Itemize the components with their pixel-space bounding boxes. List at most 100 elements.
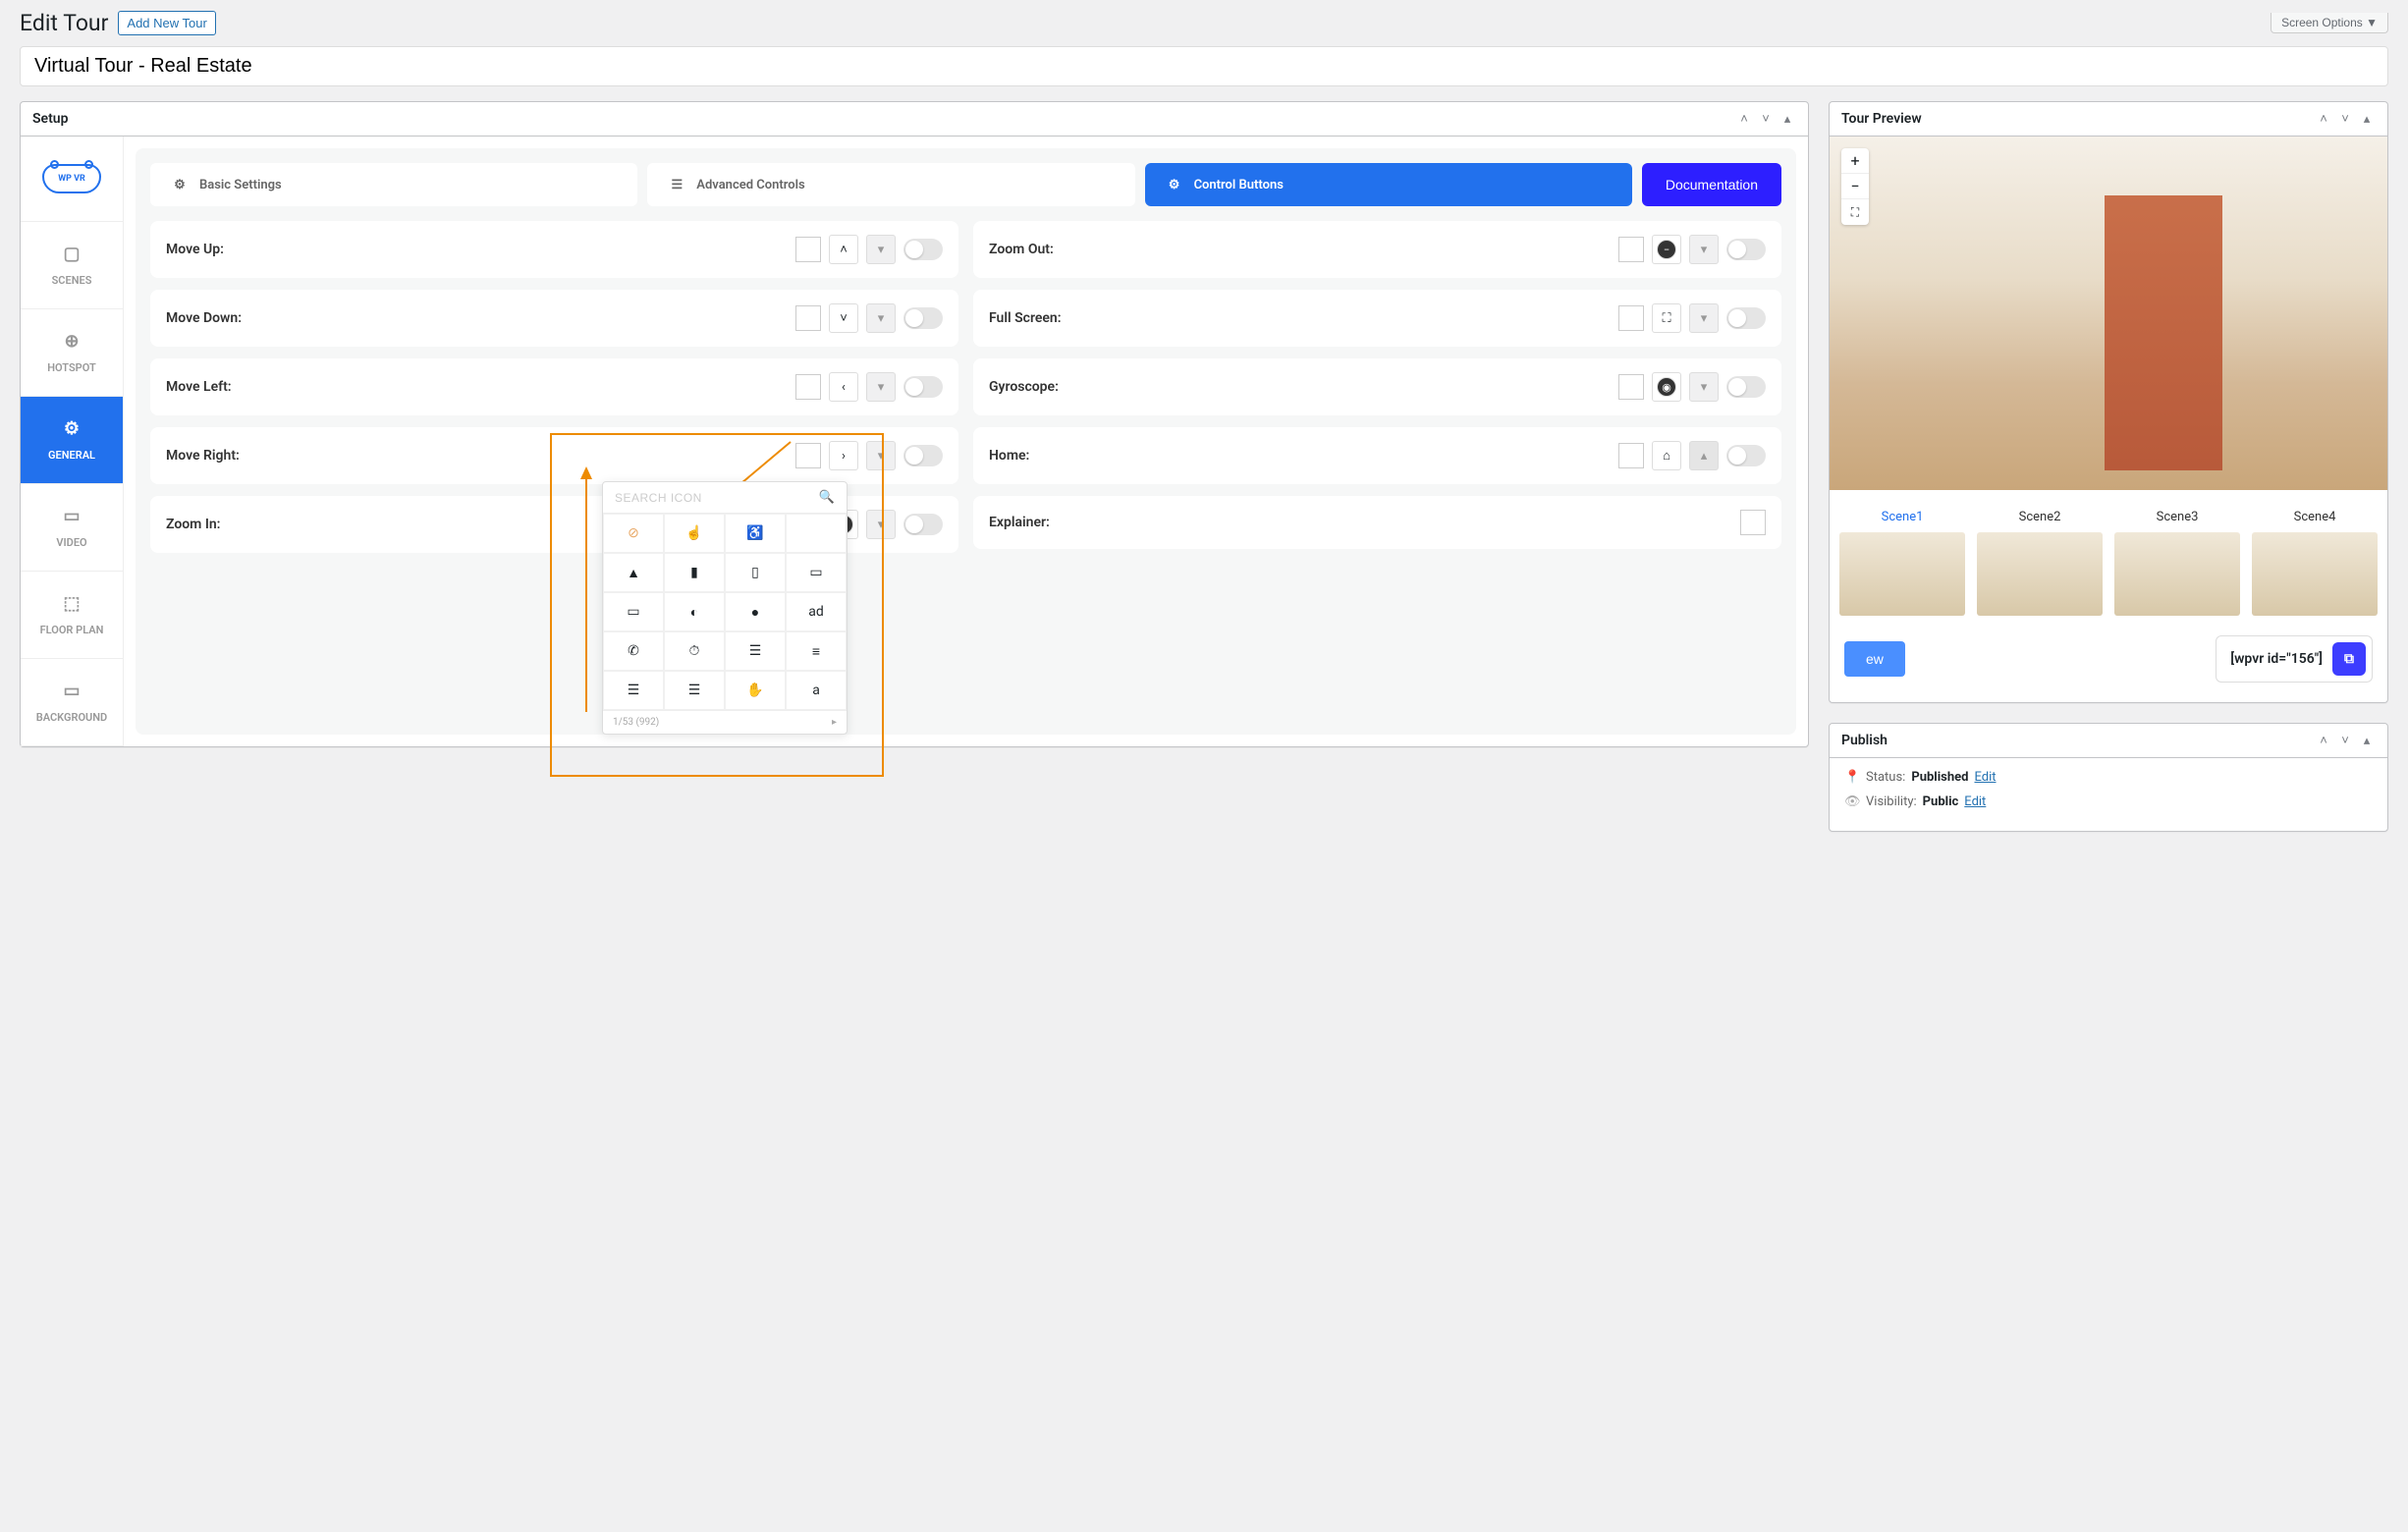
color-picker-move-right[interactable] [795,443,821,468]
icon-option-adjust[interactable]: ◐ [664,592,725,631]
scene-thumb-3[interactable]: Scene3 [2114,510,2240,616]
color-picker-move-up[interactable] [795,237,821,262]
panel-down-icon[interactable]: ˅ [1757,110,1775,128]
toggle-move-up[interactable] [903,239,943,260]
screen-options-button[interactable]: Screen Options ▼ [2271,13,2388,33]
icon-option-fingerprint[interactable]: ☝ [664,514,725,553]
gyroscope-icon[interactable]: ◉ [1652,372,1681,402]
up-arrow-icon[interactable]: ˄ [829,235,858,264]
icon-option-empty[interactable] [786,514,847,553]
icon-option-address-card[interactable]: ▯ [725,553,786,592]
icon-option-address-book[interactable]: ▮ [664,553,725,592]
toggle-move-left[interactable] [903,376,943,398]
down-arrow-icon[interactable]: ˅ [829,303,858,333]
icon-option-ad[interactable]: ad [786,592,847,631]
toggle-zoom-in[interactable] [903,514,943,535]
panel-up-icon[interactable]: ˄ [2315,732,2332,749]
scene-thumb-image [1839,532,1965,616]
label-home: Home: [989,448,1029,464]
zoom-out-button[interactable]: − [1841,174,1869,199]
dropdown-zoom-in[interactable]: ▾ [866,510,896,539]
color-picker-gyroscope[interactable] [1618,374,1644,400]
icon-option-stopwatch[interactable]: ⏱ [664,631,725,671]
scene-thumb-1[interactable]: Scene1 [1839,510,1965,616]
dropdown-move-right[interactable]: ▾ [866,441,896,470]
icon-option-none[interactable]: ⊘ [603,514,664,553]
zoom-in-button[interactable]: + [1841,148,1869,174]
icon-option-phone[interactable]: ✆ [603,631,664,671]
icon-search-input[interactable] [615,491,819,505]
icon-option-circle[interactable]: ● [725,592,786,631]
toggle-gyroscope[interactable] [1726,376,1766,398]
edit-status-link[interactable]: Edit [1974,770,1996,785]
dropdown-gyroscope[interactable]: ▾ [1689,372,1719,402]
tab-control-buttons[interactable]: ⚙ Control Buttons [1145,163,1632,206]
sidebar-tab-video[interactable]: ▭ VIDEO [21,484,123,572]
dropdown-zoom-out[interactable]: ▾ [1689,235,1719,264]
edit-visibility-link[interactable]: Edit [1964,794,1986,809]
icon-option-align-left[interactable]: ☰ [603,671,664,710]
panel-up-icon[interactable]: ˄ [1735,110,1753,128]
icon-option-id-card[interactable]: ▭ [786,553,847,592]
label-move-left: Move Left: [166,379,232,395]
preview-button[interactable]: ew [1844,641,1905,677]
dropdown-fullscreen[interactable]: ▾ [1689,303,1719,333]
icon-option-accessible[interactable]: ♿ [725,514,786,553]
toggle-move-down[interactable] [903,307,943,329]
settings-icon: ⚙ [170,175,190,194]
panel-down-icon[interactable]: ˅ [2336,732,2354,749]
copy-shortcode-button[interactable]: ⧉ [2332,642,2366,676]
sidebar-tab-background[interactable]: ▭ BACKGROUND [21,659,123,746]
toggle-fullscreen[interactable] [1726,307,1766,329]
sidebar-tab-general[interactable]: ⚙ GENERAL [21,397,123,484]
left-arrow-icon[interactable]: ‹ [829,372,858,402]
color-picker-move-left[interactable] [795,374,821,400]
right-arrow-icon[interactable]: › [829,441,858,470]
panel-down-icon[interactable]: ˅ [2336,110,2354,128]
panel-collapse-icon[interactable]: ▴ [2358,732,2376,749]
fullscreen-button[interactable]: ⛶ [1841,199,1869,225]
sidebar-tab-floorplan[interactable]: ⬚ FLOOR PLAN [21,572,123,659]
sidebar-tab-hotspot[interactable]: ⊕ HOTSPOT [21,309,123,397]
next-page-icon[interactable]: ▸ [832,717,837,728]
panel-collapse-icon[interactable]: ▴ [2358,110,2376,128]
sidebar-tab-scenes[interactable]: ▢ SCENES [21,222,123,309]
color-picker-move-down[interactable] [795,305,821,331]
label-move-right: Move Right: [166,448,240,464]
minus-icon[interactable]: − [1652,235,1681,264]
toggle-zoom-out[interactable] [1726,239,1766,260]
color-picker-zoom-out[interactable] [1618,237,1644,262]
add-new-tour-button[interactable]: Add New Tour [118,11,215,35]
panel-up-icon[interactable]: ˄ [2315,110,2332,128]
search-icon: 🔍 [819,490,835,505]
tab-basic-settings[interactable]: ⚙ Basic Settings [150,163,637,206]
icon-option-align-right[interactable]: ☰ [664,671,725,710]
dropdown-move-left[interactable]: ▾ [866,372,896,402]
pin-icon: 📍 [1844,770,1860,785]
dropdown-move-down[interactable]: ▾ [866,303,896,333]
color-picker-fullscreen[interactable] [1618,305,1644,331]
icon-option-accusoft[interactable]: ▲ [603,553,664,592]
icon-option-align-center[interactable]: ☰ [725,631,786,671]
icon-option-align-justify[interactable]: ≡ [786,631,847,671]
icon-option-id-badge[interactable]: ▭ [603,592,664,631]
toggle-home[interactable] [1726,445,1766,466]
toggle-move-right[interactable] [903,445,943,466]
icon-option-amazon[interactable]: a [786,671,847,710]
fullscreen-icon[interactable]: ⛶ [1652,303,1681,333]
panel-collapse-icon[interactable]: ▴ [1779,110,1796,128]
tour-preview-viewport[interactable]: + − ⛶ [1830,137,2387,490]
home-icon[interactable]: ⌂ [1652,441,1681,470]
documentation-button[interactable]: Documentation [1642,163,1781,206]
dropdown-move-up[interactable]: ▾ [866,235,896,264]
scene-thumb-2[interactable]: Scene2 [1977,510,2103,616]
dropdown-home[interactable]: ▴ [1689,441,1719,470]
tour-title-input[interactable] [20,46,2388,86]
color-picker-explainer[interactable] [1740,510,1766,535]
icon-option-hand[interactable]: ✋ [725,671,786,710]
scene-thumb-4[interactable]: Scene4 [2252,510,2378,616]
sidebar-tab-logo[interactable]: WP VR [21,137,123,222]
map-icon: ⬚ [63,593,80,614]
color-picker-home[interactable] [1618,443,1644,468]
tab-advanced-controls[interactable]: ☰ Advanced Controls [647,163,1134,206]
